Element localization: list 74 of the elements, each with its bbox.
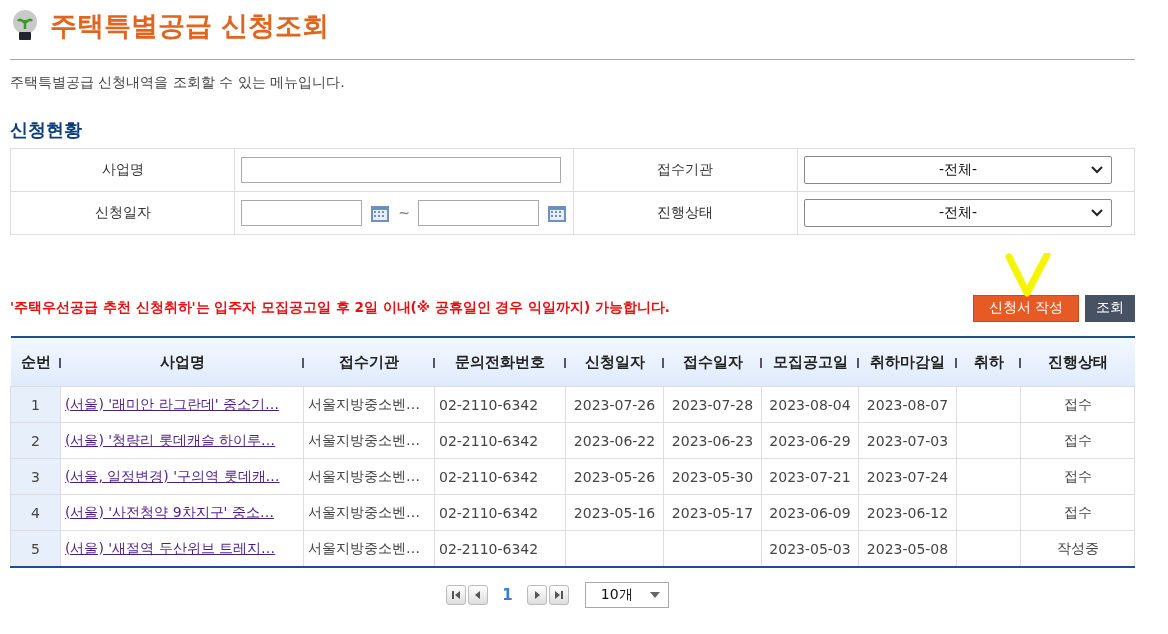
- table-cell: 서울지방중소벤…: [303, 422, 435, 459]
- last-page-button[interactable]: [548, 585, 569, 605]
- column-header: 모집공고일: [772, 352, 848, 371]
- row-number-cell: 3: [10, 458, 61, 495]
- table-cell: 2023-06-12: [858, 494, 957, 531]
- table-cell: 2023-05-17: [663, 494, 762, 531]
- first-page-icon: [451, 590, 462, 600]
- table-cell: 02-2110-6342: [434, 422, 566, 459]
- table-cell: 접수: [1020, 458, 1135, 495]
- agency-dropdown[interactable]: -전체-: [804, 156, 1113, 184]
- column-header: 취하마감일: [870, 352, 945, 371]
- page-size-dropdown[interactable]: 10개: [584, 582, 669, 608]
- row-number-cell: 5: [10, 530, 61, 567]
- table-cell: 2023-07-24: [858, 458, 957, 495]
- search-button[interactable]: 조회: [1085, 294, 1135, 322]
- field-label: 신청일자: [10, 191, 235, 235]
- table-cell: 2023-06-09: [761, 494, 859, 531]
- column-header: 접수일자: [682, 352, 743, 371]
- column-header: 문의전화번호: [455, 352, 545, 371]
- column-header: 신청일자: [584, 352, 645, 371]
- calendar-icon[interactable]: [370, 203, 391, 223]
- row-number-cell: 2: [10, 422, 61, 459]
- table-cell: 2023-06-22: [565, 422, 664, 459]
- lightbulb-sprout-icon: [10, 9, 40, 43]
- table-cell: 접수: [1020, 386, 1135, 423]
- last-page-icon: [553, 590, 564, 600]
- chevron-down-icon: [1091, 209, 1104, 217]
- row-number-cell: 4: [10, 494, 61, 531]
- page-description: 주택특별공급 신청내역을 조회할 수 있는 메뉴입니다.: [10, 74, 346, 92]
- table-cell: 2023-05-16: [565, 494, 664, 531]
- table-cell: 2023-08-07: [858, 386, 957, 423]
- table-cell: 2023-08-04: [761, 386, 859, 423]
- row-number-cell: 1: [10, 386, 61, 423]
- table-cell: 2023-07-21: [761, 458, 859, 495]
- table-cell: 02-2110-6342: [434, 458, 566, 495]
- caret-down-icon: [649, 592, 660, 598]
- field-label: 사업명: [10, 148, 235, 192]
- column-header: 순번: [20, 352, 51, 371]
- table-cell: 2023-06-29: [761, 422, 859, 459]
- start-date-field[interactable]: [241, 200, 363, 226]
- chevron-down-icon: [1091, 166, 1104, 174]
- check-mark-annotation: [1005, 252, 1051, 297]
- table-cell: 02-2110-6342: [434, 494, 566, 531]
- status-dropdown[interactable]: -전체-: [804, 199, 1113, 227]
- end-date-field[interactable]: [417, 200, 539, 226]
- field-label: 진행상태: [573, 191, 798, 235]
- table-cell: 서울지방중소벤…: [303, 494, 435, 531]
- write-application-button[interactable]: 신청서 작성: [973, 294, 1079, 322]
- table-cell: 2023-05-26: [565, 458, 664, 495]
- table-cell: 서울지방중소벤…: [303, 458, 435, 495]
- column-header: 사업명: [159, 352, 205, 371]
- table-cell: 2023-07-28: [663, 386, 762, 423]
- page-link[interactable]: 1: [502, 586, 513, 604]
- next-page-button[interactable]: [526, 585, 547, 605]
- column-header: 진행상태: [1047, 352, 1108, 371]
- date-range-separator: ~: [398, 205, 410, 221]
- table-cell: 2023-07-26: [565, 386, 664, 423]
- table-cell: 접수: [1020, 494, 1135, 531]
- notice-text: '주택우선공급 추천 신청취하'는 입주자 모집공고일 후 2일 이내(※ 공휴일인 경우 익일까지) 가능합니다.: [10, 299, 670, 317]
- table-cell: 02-2110-6342: [434, 386, 566, 423]
- previous-page-button[interactable]: [468, 585, 489, 605]
- table-cell: 서울지방중소벤…: [303, 386, 435, 423]
- field-label: 접수기관: [573, 148, 798, 192]
- calendar-icon[interactable]: [546, 203, 567, 223]
- column-header: 취하: [973, 352, 1004, 371]
- table-cell: 2023-07-03: [858, 422, 957, 459]
- page-title: 주택특별공급 신청조회: [50, 9, 330, 43]
- table-cell: 2023-05-30: [663, 458, 762, 495]
- table-cell: 접수: [1020, 422, 1135, 459]
- section-title: 신청현황: [10, 118, 83, 142]
- business-name-field[interactable]: [241, 157, 562, 183]
- table-cell: 2023-06-23: [663, 422, 762, 459]
- column-header: 접수기관: [339, 352, 399, 371]
- first-page-button[interactable]: [446, 585, 467, 605]
